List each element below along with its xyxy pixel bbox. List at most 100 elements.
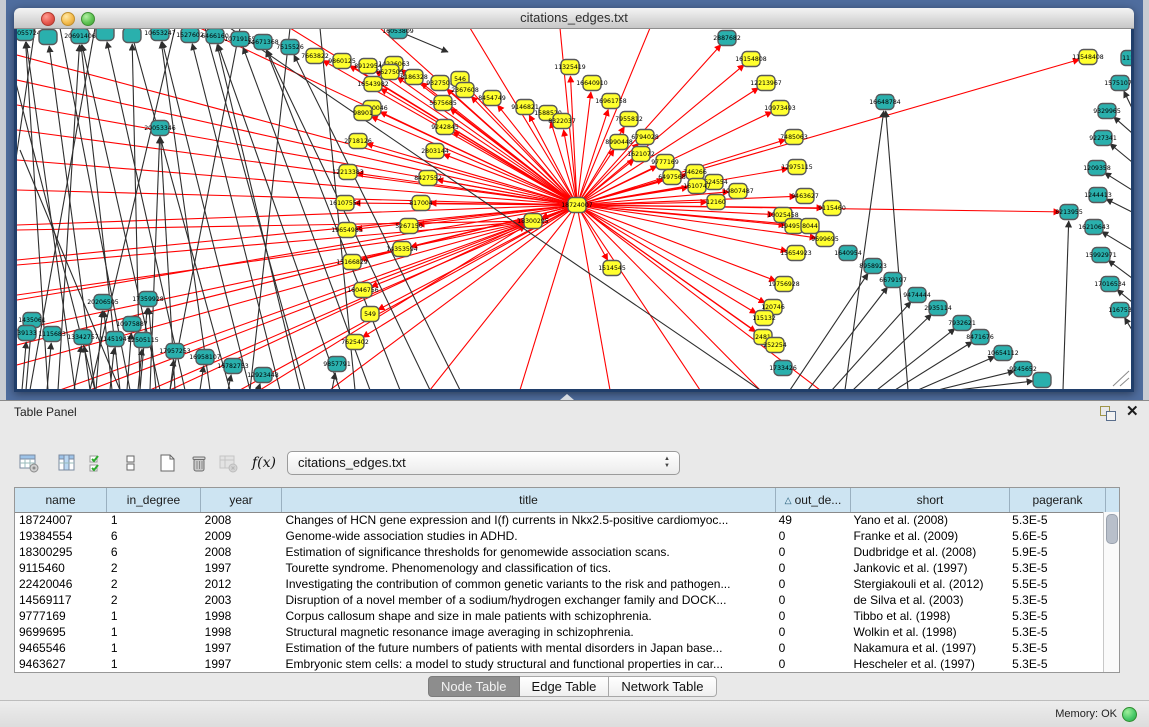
- citation-edge-black[interactable]: [1063, 221, 1069, 389]
- citation-edge-red[interactable]: [577, 205, 700, 389]
- table-cell[interactable]: Jankovic et al. (1997): [849, 560, 1008, 576]
- citation-edge-black[interactable]: [1125, 318, 1131, 330]
- table-scrollbar-thumb[interactable]: [1106, 514, 1118, 544]
- table-cell[interactable]: 0: [775, 656, 850, 672]
- citation-edge-black[interactable]: [918, 357, 995, 389]
- table-cell[interactable]: Investigating the contribution of common…: [282, 576, 775, 592]
- table-cell[interactable]: 5.9E-5: [1008, 544, 1104, 560]
- table-cell[interactable]: 5.5E-5: [1008, 576, 1104, 592]
- citation-edge-black[interactable]: [161, 42, 210, 389]
- column-header-short[interactable]: short: [851, 488, 1010, 512]
- table-cell[interactable]: Genome-wide association studies in ADHD.: [282, 528, 775, 544]
- table-cell[interactable]: 2: [107, 576, 201, 592]
- table-cell[interactable]: 0: [775, 560, 850, 576]
- table-cell[interactable]: 0: [775, 624, 850, 640]
- table-cell[interactable]: 0: [775, 608, 850, 624]
- table-cell[interactable]: 18724007: [15, 512, 107, 528]
- table-cell[interactable]: Disruption of a novel member of a sodium…: [282, 592, 775, 608]
- table-cell[interactable]: 0: [775, 640, 850, 656]
- table-cell[interactable]: 9115460: [15, 560, 107, 576]
- table-cell[interactable]: 2008: [201, 512, 282, 528]
- table-cell[interactable]: 5.3E-5: [1008, 512, 1104, 528]
- delete-table-icon[interactable]: [187, 451, 211, 475]
- network-canvas[interactable]: 1405572420691406106532471527602646616010…: [17, 29, 1131, 389]
- citation-edge-red[interactable]: [17, 223, 524, 365]
- column-header-year[interactable]: year: [201, 488, 282, 512]
- citation-edge-red[interactable]: [577, 205, 756, 313]
- citation-edge-black[interactable]: [90, 29, 175, 389]
- table-cell[interactable]: 49: [775, 512, 850, 528]
- table-cell[interactable]: 2012: [201, 576, 282, 592]
- table-row[interactable]: 977716911998Corpus callosum shape and si…: [15, 608, 1104, 624]
- table-cell[interactable]: 0: [775, 528, 850, 544]
- table-cell[interactable]: 2: [107, 560, 201, 576]
- citation-edge-black[interactable]: [1117, 290, 1131, 302]
- table-cell[interactable]: 5.3E-5: [1008, 592, 1104, 608]
- select-columns-icon[interactable]: [86, 451, 110, 475]
- table-cell[interactable]: de Silva et al. (2003): [849, 592, 1008, 608]
- citation-graph[interactable]: 1405572420691406106532471527602646616010…: [17, 29, 1131, 389]
- table-cell[interactable]: 1: [107, 608, 201, 624]
- graph-node[interactable]: [96, 29, 114, 41]
- table-cell[interactable]: 1: [107, 656, 201, 672]
- table-row[interactable]: 2242004622012Investigating the contribut…: [15, 576, 1104, 592]
- citation-edge-black[interactable]: [1110, 144, 1131, 162]
- table-cell[interactable]: 6: [107, 544, 201, 560]
- table-cell[interactable]: Hescheler et al. (1997): [849, 656, 1008, 672]
- table-cell[interactable]: 14569117: [15, 592, 107, 608]
- table-cell[interactable]: 2003: [201, 592, 282, 608]
- citation-edge-black[interactable]: [150, 137, 160, 389]
- table-cell[interactable]: Tibbo et al. (1998): [849, 608, 1008, 624]
- citation-edge-black[interactable]: [895, 342, 972, 389]
- table-cell[interactable]: Nakamura et al. (1997): [849, 640, 1008, 656]
- new-table-icon[interactable]: [155, 451, 179, 475]
- float-window-icon[interactable]: [1100, 406, 1116, 420]
- table-cell[interactable]: 0: [775, 592, 850, 608]
- citation-edge-black[interactable]: [200, 366, 204, 389]
- citation-edge-black[interactable]: [790, 273, 868, 389]
- table-cell[interactable]: 2008: [201, 544, 282, 560]
- table-cell[interactable]: 1: [107, 624, 201, 640]
- column-header-title[interactable]: title: [282, 488, 776, 512]
- table-cell[interactable]: Structural magnetic resonance image aver…: [282, 624, 775, 640]
- table-cell[interactable]: 19384554: [15, 528, 107, 544]
- table-cell[interactable]: Changes of HCN gene expression and I(f) …: [282, 512, 775, 528]
- table-cell[interactable]: 5.6E-5: [1008, 528, 1104, 544]
- table-cell[interactable]: 22420046: [15, 576, 107, 592]
- table-cell[interactable]: Stergiakouli et al. (2012): [849, 576, 1008, 592]
- table-row[interactable]: 1456911722003Disruption of a novel membe…: [15, 592, 1104, 608]
- table-scrollbar[interactable]: [1103, 512, 1119, 672]
- row-height-icon[interactable]: [119, 451, 143, 475]
- table-cell[interactable]: 9777169: [15, 608, 107, 624]
- graph-node[interactable]: [1033, 373, 1051, 388]
- table-cell[interactable]: 5.3E-5: [1008, 640, 1104, 656]
- table-cell[interactable]: 2009: [201, 528, 282, 544]
- table-cell[interactable]: Embryonic stem cells: a model to study s…: [282, 656, 775, 672]
- citation-edge-red[interactable]: [577, 110, 608, 205]
- citation-edge-red[interactable]: [520, 205, 577, 389]
- citation-edge-black[interactable]: [1106, 199, 1131, 212]
- table-cell[interactable]: 1998: [201, 624, 282, 640]
- tab-node-table[interactable]: Node Table: [428, 676, 520, 697]
- table-cell[interactable]: 5.3E-5: [1008, 624, 1104, 640]
- column-header-pagerank[interactable]: pagerank: [1010, 488, 1106, 512]
- column-header-in-degree[interactable]: in_degree: [107, 488, 201, 512]
- citation-edge-black[interactable]: [938, 371, 1014, 389]
- table-cell[interactable]: Yano et al. (2008): [849, 512, 1008, 528]
- table-cell[interactable]: Wolkin et al. (1998): [849, 624, 1008, 640]
- table-cell[interactable]: 9463627: [15, 656, 107, 672]
- table-cell[interactable]: 0: [775, 576, 850, 592]
- network-window-titlebar[interactable]: citations_edges.txt: [14, 8, 1134, 29]
- citation-edge-black[interactable]: [22, 342, 26, 389]
- column-header-out-de-[interactable]: △out_de...: [776, 488, 851, 512]
- tab-edge-table[interactable]: Edge Table: [520, 676, 610, 697]
- citation-edge-black[interactable]: [230, 29, 760, 389]
- table-cell[interactable]: 5.3E-5: [1008, 656, 1104, 672]
- citation-edge-black[interactable]: [877, 329, 955, 389]
- table-row[interactable]: 1830029562008Estimation of significance …: [15, 544, 1104, 560]
- graph-node[interactable]: [39, 30, 57, 45]
- table-row[interactable]: 1938455462009Genome-wide association stu…: [15, 528, 1104, 544]
- table-cell[interactable]: 1: [107, 512, 201, 528]
- table-cell[interactable]: 2: [107, 592, 201, 608]
- table-cell[interactable]: 1997: [201, 560, 282, 576]
